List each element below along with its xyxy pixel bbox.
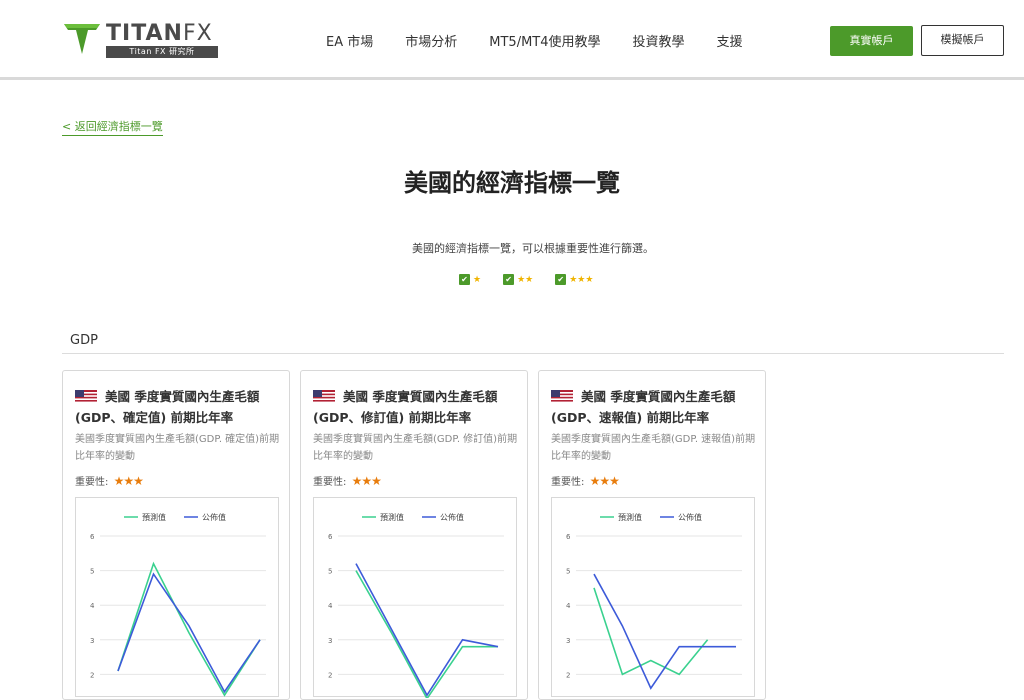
card-title-text: 美國 季度實質國內生產毛額(GDP、速報值) 前期比年率 — [551, 389, 736, 425]
nav-item-market-analysis[interactable]: 市場分析 — [405, 31, 457, 50]
y-tick-label: 2 — [328, 671, 332, 679]
chart-svg: 2 3 4 5 6 預測值 公佈值 — [328, 512, 504, 698]
series-line — [117, 561, 261, 697]
real-account-button[interactable]: 真實帳戶 — [830, 26, 913, 56]
importance-label: 重要性: — [313, 477, 347, 488]
legend-label: 預測值 — [142, 512, 166, 522]
importance-label: 重要性: — [551, 477, 585, 488]
filter-stars: ★★★ — [569, 274, 594, 285]
importance-row: 重要性: ★★★ — [75, 473, 144, 488]
card-title-text: 美國 季度實質國內生產毛額(GDP、確定值) 前期比年率 — [75, 389, 260, 425]
demo-account-button[interactable]: 模擬帳戶 — [921, 25, 1004, 56]
importance-label: 重要性: — [75, 477, 109, 488]
brand-fx: FX — [182, 21, 213, 46]
series-line — [355, 570, 498, 698]
page-title: 美國的經濟指標一覽 — [404, 169, 620, 197]
main-nav: EA 市場 市場分析 MT5/MT4使用教學 投資教學 支援 — [326, 31, 775, 50]
chart-svg: 2 3 4 5 6 預測值 公佈值 — [90, 512, 266, 697]
legend-label: 公佈值 — [440, 512, 464, 522]
card-description: 美國季度實質國內生產毛額(GDP. 修訂值)前期比年率的變動 — [313, 434, 518, 462]
card-title-text: 美國 季度實質國內生產毛額(GDP、修訂值) 前期比年率 — [313, 389, 498, 425]
card-title[interactable]: 美國 季度實質國內生產毛額(GDP、確定值) 前期比年率 — [75, 386, 280, 428]
brand-main: TITAN — [106, 21, 183, 46]
brand-wordmark: TITANFX — [106, 21, 213, 46]
y-tick-label: 6 — [566, 533, 571, 541]
filter-stars: ★★ — [517, 274, 534, 285]
series-line — [355, 563, 499, 697]
section-title-gdp: GDP — [70, 333, 98, 348]
card-title[interactable]: 美國 季度實質國內生產毛額(GDP、速報值) 前期比年率 — [551, 386, 756, 428]
us-flag-icon — [313, 390, 335, 403]
brand-tagline: Titan FX 研究所 — [106, 46, 218, 58]
y-tick-label: 3 — [328, 637, 332, 645]
card-title[interactable]: 美國 季度實質國內生產毛額(GDP、修訂值) 前期比年率 — [313, 386, 518, 428]
gdp-chart: 2 3 4 5 6 預測值 公佈值 — [313, 497, 517, 698]
filter-three-star[interactable]: ✔ ★★★ — [555, 274, 593, 285]
legend-label: 預測值 — [618, 512, 642, 522]
y-tick-label: 6 — [328, 533, 333, 541]
us-flag-icon — [75, 390, 97, 403]
card-description: 美國季度實質國內生產毛額(GDP. 確定值)前期比年率的變動 — [75, 434, 280, 462]
y-tick-label: 2 — [566, 671, 570, 679]
legend-label: 預測值 — [380, 512, 404, 522]
y-tick-label: 4 — [328, 602, 333, 610]
indicator-card[interactable]: 美國 季度實質國內生產毛額(GDP、修訂值) 前期比年率 美國季度實質國內生產毛… — [300, 370, 528, 700]
legend-label: 公佈值 — [678, 512, 702, 522]
y-tick-label: 3 — [90, 637, 94, 645]
importance-row: 重要性: ★★★ — [313, 473, 382, 488]
section-divider — [62, 353, 1004, 354]
filter-stars: ★ — [473, 274, 482, 285]
card-description: 美國季度實質國內生產毛額(GDP. 速報值)前期比年率的變動 — [551, 434, 756, 462]
importance-stars: ★★★ — [351, 474, 382, 488]
importance-filters: ✔ ★ ✔ ★★ ✔ ★★★ — [459, 274, 615, 285]
importance-stars: ★★★ — [113, 474, 144, 488]
gdp-chart: 2 3 4 5 6 預測值 公佈值 — [75, 497, 279, 697]
checkbox-icon[interactable]: ✔ — [555, 274, 567, 285]
legend-label: 公佈值 — [202, 512, 226, 522]
back-to-indicators-link[interactable]: < 返回經濟指標一覽 — [62, 118, 163, 136]
y-tick-label: 2 — [90, 671, 94, 679]
y-tick-label: 5 — [90, 568, 94, 576]
series-line — [593, 587, 709, 676]
y-tick-label: 5 — [566, 568, 570, 576]
y-tick-label: 5 — [328, 568, 332, 576]
nav-item-support[interactable]: 支援 — [717, 31, 743, 50]
nav-item-investing-tutorial[interactable]: 投資教學 — [633, 31, 685, 50]
y-tick-label: 3 — [566, 637, 570, 645]
y-tick-label: 4 — [90, 602, 95, 610]
importance-row: 重要性: ★★★ — [551, 473, 620, 488]
gdp-chart: 2 3 4 5 6 預測值 公佈值 — [551, 497, 755, 697]
site-header: TITANFX Titan FX 研究所 EA 市場 市場分析 MT5/MT4使… — [0, 0, 1024, 80]
indicator-card[interactable]: 美國 季度實質國內生產毛額(GDP、速報值) 前期比年率 美國季度實質國內生產毛… — [538, 370, 766, 700]
checkbox-icon[interactable]: ✔ — [503, 274, 515, 285]
checkbox-icon[interactable]: ✔ — [459, 274, 470, 285]
page-subtitle: 美國的經濟指標一覽，可以根據重要性進行篩選。 — [412, 242, 654, 255]
nav-item-mt-tutorial[interactable]: MT5/MT4使用教學 — [489, 31, 600, 50]
y-tick-label: 4 — [566, 602, 571, 610]
series-line — [593, 573, 736, 690]
nav-item-ea-market[interactable]: EA 市場 — [326, 31, 373, 50]
titan-shield-icon — [64, 24, 100, 54]
us-flag-icon — [551, 390, 573, 403]
chart-svg: 2 3 4 5 6 預測值 公佈值 — [566, 512, 742, 690]
importance-stars: ★★★ — [589, 474, 620, 488]
filter-two-star[interactable]: ✔ ★★ — [503, 274, 533, 285]
y-tick-label: 6 — [90, 533, 95, 541]
titan-fx-logo[interactable]: TITANFX Titan FX 研究所 — [62, 20, 222, 60]
filter-one-star[interactable]: ✔ ★ — [459, 274, 481, 285]
indicator-card[interactable]: 美國 季度實質國內生產毛額(GDP、確定值) 前期比年率 美國季度實質國內生產毛… — [62, 370, 290, 700]
